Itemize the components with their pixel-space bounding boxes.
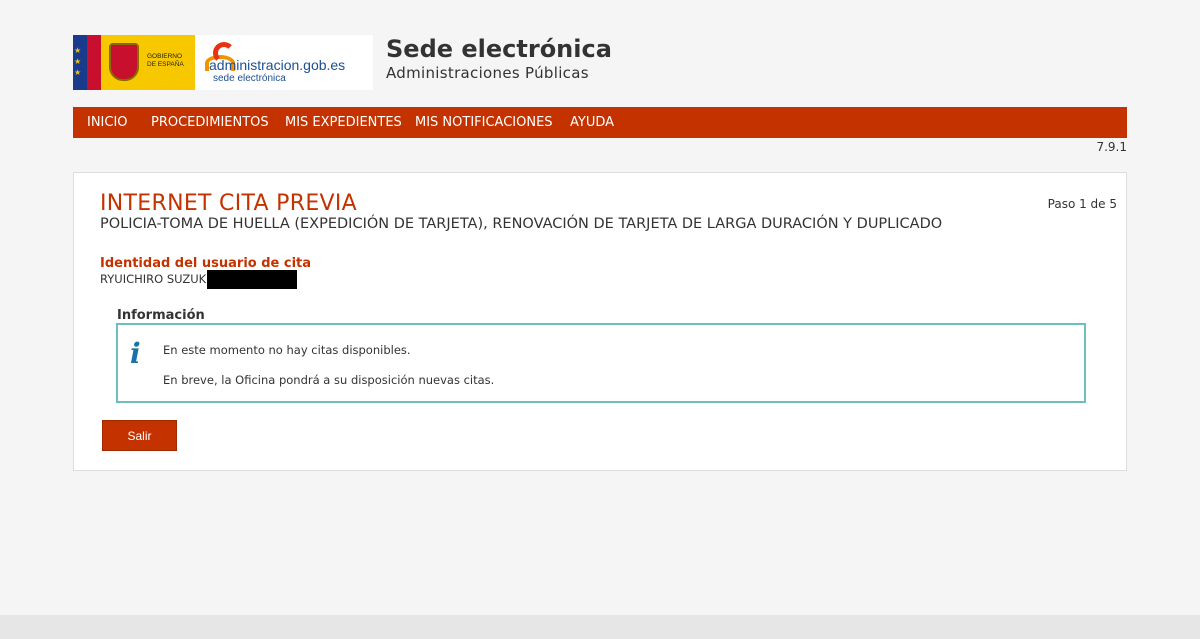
procedure-subtitle: POLICIA-TOMA DE HUELLA (EXPEDICIÓN DE TA… bbox=[100, 216, 943, 232]
flag-band bbox=[87, 35, 101, 90]
gov-text-line1: GOBIERNO bbox=[147, 53, 183, 60]
step-indicator: Paso 1 de 5 bbox=[1047, 197, 1117, 211]
gov-logo-text: GOBIERNO DE ESPAÑA bbox=[147, 53, 184, 69]
info-box: i En este momento no hay citas disponibl… bbox=[116, 323, 1086, 403]
main-panel: INTERNET CITA PREVIA POLICIA-TOMA DE HUE… bbox=[73, 172, 1127, 471]
identity-label: Identidad del usuario de cita bbox=[100, 256, 312, 271]
page-title: INTERNET CITA PREVIA bbox=[100, 191, 358, 216]
bottom-bar bbox=[0, 615, 1200, 639]
stars-icon: ★ ★ ★ bbox=[74, 46, 82, 77]
coat-of-arms-icon bbox=[109, 43, 139, 81]
nav-item-mis-expedientes[interactable]: MIS EXPEDIENTES bbox=[285, 107, 402, 138]
nav-item-ayuda[interactable]: AYUDA bbox=[570, 107, 614, 138]
nav-item-mis-notificaciones[interactable]: MIS NOTIFICACIONES bbox=[415, 107, 553, 138]
redacted-block bbox=[207, 270, 297, 289]
eu-flag-icon: ★ ★ ★ bbox=[73, 35, 87, 90]
main-nav: INICIO PROCEDIMIENTOS MIS EXPEDIENTES MI… bbox=[73, 107, 1127, 138]
info-message-2: En breve, la Oficina pondrá a su disposi… bbox=[163, 373, 495, 387]
adm-logo-name: administracion.gob.es bbox=[209, 57, 346, 73]
site-title: Sede electrónica bbox=[386, 35, 612, 63]
info-icon: i bbox=[130, 337, 141, 370]
info-message-1: En este momento no hay citas disponibles… bbox=[163, 343, 411, 357]
identity-name: RYUICHIRO SUZUKI bbox=[100, 272, 210, 286]
nav-item-inicio[interactable]: INICIO bbox=[87, 107, 128, 138]
administracion-logo[interactable]: administracion.gob.es sede electrónica bbox=[199, 35, 373, 90]
info-heading: Información bbox=[117, 308, 205, 323]
gov-text-line2: DE ESPAÑA bbox=[147, 61, 184, 68]
logos-block[interactable]: ★ ★ ★ GOBIERNO DE ESPAÑA administracion.go… bbox=[73, 35, 373, 90]
nav-item-procedimientos[interactable]: PROCEDIMIENTOS bbox=[151, 107, 269, 138]
adm-logo-sub: sede electrónica bbox=[213, 73, 286, 84]
exit-button[interactable]: Salir bbox=[102, 420, 177, 451]
version-label: 7.9.1 bbox=[1096, 140, 1127, 154]
site-header: ★ ★ ★ GOBIERNO DE ESPAÑA administracion.go… bbox=[73, 35, 1127, 90]
gobierno-espana-logo[interactable]: GOBIERNO DE ESPAÑA bbox=[87, 35, 195, 90]
site-subtitle: Administraciones Públicas bbox=[386, 64, 589, 82]
